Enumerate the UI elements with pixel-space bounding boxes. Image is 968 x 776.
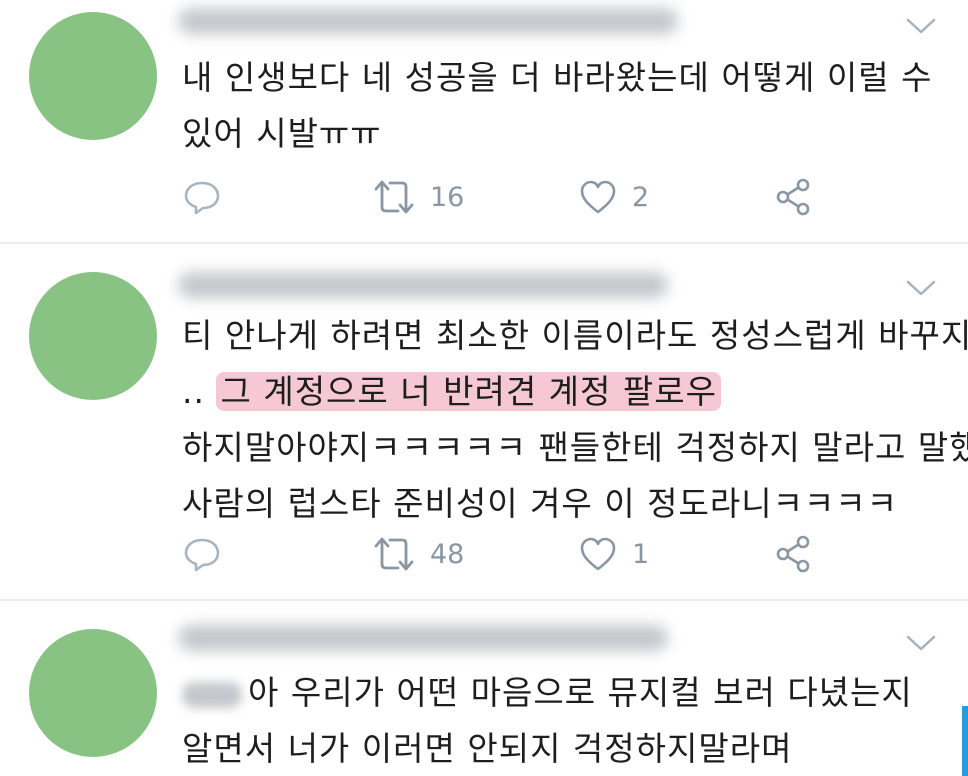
tweet-text-line: 사람의 럽스타 준비성이 겨우 이 정도라니ㅋㅋㅋㅋ bbox=[182, 484, 899, 523]
like-count: 1 bbox=[632, 538, 650, 570]
tweet[interactable]: 티 안나게 하려면 최소한 이름이라도 정성스럽게 바꾸지 .. 그 계정으로 … bbox=[0, 244, 968, 600]
like-button[interactable]: 1 bbox=[578, 532, 649, 576]
share-button[interactable] bbox=[774, 532, 814, 576]
tweet-feed: 내 인생보다 네 성공을 더 바라왔는데 어떻게 이럴 수 있어 시발ㅠㅠ 16 bbox=[0, 0, 968, 776]
avatar[interactable] bbox=[29, 12, 157, 140]
like-icon bbox=[580, 180, 616, 214]
retweet-count: 16 bbox=[430, 181, 465, 213]
ellipsis-text: .. bbox=[182, 372, 205, 411]
retweet-icon bbox=[374, 180, 414, 214]
tweet-text: 티 안나게 하려면 최소한 이름이라도 정성스럽게 바꾸지 .. 그 계정으로 … bbox=[182, 308, 968, 532]
tweet-text-line: 아 우리가 어떤 마음으로 뮤지컬 보러 다녔는지 bbox=[182, 665, 948, 721]
retweet-icon bbox=[374, 537, 414, 571]
chevron-down-icon[interactable] bbox=[904, 631, 938, 655]
tweet-actions: 16 2 bbox=[182, 175, 842, 219]
reply-icon bbox=[184, 538, 220, 572]
tweet-text-line: 티 안나게 하려면 최소한 이름이라도 정성스럽게 바꾸지 bbox=[182, 316, 968, 355]
retweet-button[interactable]: 48 bbox=[372, 532, 464, 576]
tweet[interactable]: 아 우리가 어떤 마음으로 뮤지컬 보러 다녔는지 알면서 너가 이러면 안되지… bbox=[0, 601, 968, 776]
like-icon bbox=[580, 537, 616, 571]
reply-icon bbox=[184, 181, 220, 215]
highlighted-text: 그 계정으로 너 반려견 계정 팔로우 bbox=[216, 372, 721, 411]
blurred-username bbox=[178, 625, 668, 651]
tweet-text: 내 인생보다 네 성공을 더 바라왔는데 어떻게 이럴 수 있어 시발ㅠㅠ bbox=[182, 50, 948, 162]
reply-button[interactable] bbox=[182, 532, 222, 576]
blurred-word bbox=[182, 681, 242, 708]
tweet-text-line: 하지말아야지ㅋㅋㅋㅋㅋ 팬들한테 걱정하지 말라고 말했던 bbox=[182, 428, 968, 467]
chevron-down-icon[interactable] bbox=[904, 276, 938, 300]
avatar[interactable] bbox=[29, 629, 157, 757]
retweet-button[interactable]: 16 bbox=[372, 175, 464, 219]
share-icon bbox=[776, 178, 810, 216]
blurred-username bbox=[178, 272, 668, 298]
tweet-actions: 48 1 bbox=[182, 532, 842, 576]
like-count: 2 bbox=[632, 181, 650, 213]
like-button[interactable]: 2 bbox=[578, 175, 649, 219]
avatar[interactable] bbox=[29, 272, 157, 400]
blurred-username bbox=[178, 8, 678, 34]
share-button[interactable] bbox=[774, 175, 814, 219]
tweet-text-line: 내 인생보다 네 성공을 더 바라왔는데 어떻게 이럴 수 bbox=[182, 58, 933, 97]
tweet-text-line: 알면서 너가 이러면 안되지 걱정하지말라며 bbox=[182, 729, 793, 768]
tweet[interactable]: 내 인생보다 네 성공을 더 바라왔는데 어떻게 이럴 수 있어 시발ㅠㅠ 16 bbox=[0, 0, 968, 243]
share-icon bbox=[776, 535, 810, 573]
chevron-down-icon[interactable] bbox=[904, 14, 938, 38]
tweet-text-line: .. 그 계정으로 너 반려견 계정 팔로우 bbox=[182, 364, 948, 420]
tweet-text: 아 우리가 어떤 마음으로 뮤지컬 보러 다녔는지 알면서 너가 이러면 안되지… bbox=[182, 665, 948, 776]
tweet-text-line: 있어 시발ㅠㅠ bbox=[182, 114, 382, 153]
reply-button[interactable] bbox=[182, 175, 222, 219]
tweet-text-segment: 아 우리가 어떤 마음으로 뮤지컬 보러 다녔는지 bbox=[248, 673, 913, 712]
retweet-count: 48 bbox=[430, 538, 465, 570]
scroll-indicator bbox=[962, 706, 968, 776]
